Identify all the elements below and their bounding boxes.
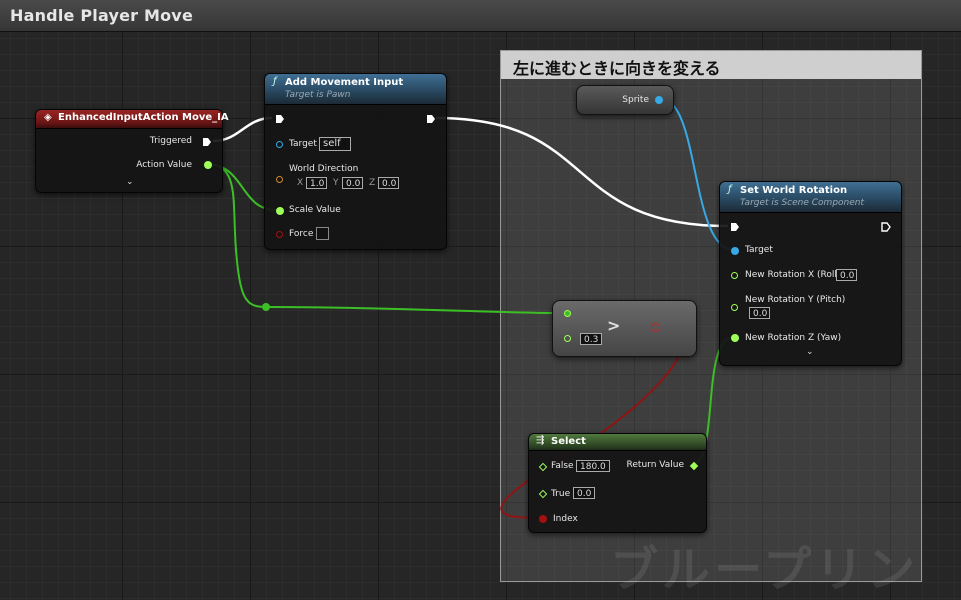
return-value-label: Return Value [626,460,684,470]
pitch-pin[interactable] [731,304,738,311]
exec-wire-movement-to-rotation[interactable] [435,116,729,228]
sprite-label: Sprite [622,95,649,105]
triggered-label: Triggered [149,136,192,146]
exec-out-pin[interactable] [881,222,891,232]
scale-value-pin[interactable] [276,207,284,215]
node-title: Add Movement Input [285,77,404,88]
action-value-label: Action Value [136,160,192,170]
force-checkbox[interactable] [316,227,329,240]
select-node[interactable]: ⇶ Select False 180.0 True 0.0 Index Retu… [528,433,707,533]
target-pin[interactable] [731,247,739,255]
true-field[interactable]: 0.0 [573,487,595,499]
target-pin[interactable] [276,141,283,148]
node-subtitle: Target is Scene Component [740,198,865,208]
world-direction-label: World Direction [289,164,359,174]
false-pin[interactable] [538,462,548,472]
pitch-field[interactable]: 0.0 [749,307,770,319]
select-header[interactable]: ⇶ Select [529,434,706,451]
roll-pin[interactable] [731,272,738,279]
expand-chevron-icon[interactable]: ⌄ [806,347,814,357]
node-subtitle: Target is Pawn [285,90,351,100]
function-icon: ƒ [728,184,732,195]
node-title: Select [551,436,586,447]
true-label: True [551,489,571,499]
false-label: False [551,461,574,471]
z-label: Z [369,178,376,188]
select-icon: ⇶ [536,435,545,446]
force-label: Force [289,229,314,239]
y-label: Y [333,178,339,188]
target-label: Target [745,245,773,255]
set-world-rotation-header[interactable]: ƒ Set World Rotation Target is Scene Com… [720,182,901,213]
index-pin[interactable] [539,515,547,523]
yaw-pin[interactable] [731,334,739,342]
sprite-out-pin[interactable] [655,96,663,104]
greater-than-symbol: > [607,316,621,335]
world-direction-pin[interactable] [276,176,283,183]
target-label: Target [289,139,317,149]
index-label: Index [553,514,578,524]
exec-in-pin[interactable] [730,222,740,232]
enhanced-input-action-node[interactable]: ◈ EnhancedInputAction Move_IA Triggered … [35,109,229,193]
bool-output-pin[interactable] [651,323,660,332]
b-field[interactable]: 0.3 [580,333,602,345]
roll-label: New Rotation X (Roll) [745,270,841,280]
z-field[interactable]: 0.0 [378,177,399,189]
node-title: Set World Rotation [740,185,848,196]
x-label: X [297,178,304,188]
yaw-label: New Rotation Z (Yaw) [745,333,842,343]
sprite-variable-node[interactable]: Sprite [576,85,674,115]
force-pin[interactable] [276,231,283,238]
add-movement-input-node[interactable]: ƒ Add Movement Input Target is Pawn Targ… [264,73,447,250]
enhanced-input-header[interactable]: ◈ EnhancedInputAction Move_IA [36,110,229,129]
add-movement-header[interactable]: ƒ Add Movement Input Target is Pawn [265,74,446,105]
exec-in-pin[interactable] [275,114,285,124]
event-icon: ◈ [44,112,52,123]
return-value-pin[interactable] [689,461,699,471]
y-field[interactable]: 0.0 [342,177,363,189]
node-title: EnhancedInputAction Move_IA [58,112,229,123]
expand-chevron-icon[interactable]: ⌄ [126,177,134,187]
false-field[interactable]: 180.0 [576,460,610,472]
greater-than-node[interactable]: 0.3 > [552,300,697,357]
action-value-pin[interactable] [204,161,212,169]
exec-out-pin[interactable] [426,114,436,124]
scale-value-label: Scale Value [289,205,341,215]
true-pin[interactable] [538,489,548,499]
a-input-pin[interactable] [564,310,571,317]
roll-field[interactable]: 0.0 [836,269,857,281]
target-field[interactable]: self [319,137,351,151]
function-icon: ƒ [273,76,277,87]
b-input-pin[interactable] [564,335,571,342]
triggered-exec-pin[interactable] [202,137,212,147]
x-field[interactable]: 1.0 [306,177,327,189]
set-world-rotation-node[interactable]: ƒ Set World Rotation Target is Scene Com… [719,181,902,366]
pitch-label: New Rotation Y (Pitch) [745,295,846,305]
reroute-knot[interactable] [262,303,270,311]
